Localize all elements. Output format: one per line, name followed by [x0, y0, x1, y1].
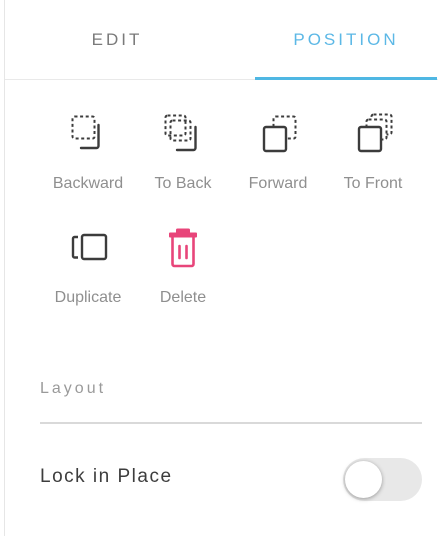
delete-label: Delete	[159, 289, 207, 306]
send-backward-icon	[68, 112, 108, 156]
to-back-label: To Back	[154, 175, 212, 192]
position-panel: EDIT POSITION Backward To Back Forward T…	[4, 0, 438, 536]
duplicate-label: Duplicate	[54, 289, 122, 306]
bring-to-front-icon	[353, 112, 393, 156]
duplicate-button[interactable]: Duplicate	[43, 226, 133, 326]
duplicate-icon	[68, 226, 108, 270]
to-back-button[interactable]: To Back	[138, 112, 228, 212]
toggle-knob	[345, 461, 382, 498]
lock-in-place-toggle[interactable]	[343, 458, 422, 501]
tab-bar: EDIT POSITION	[5, 0, 438, 80]
delete-button[interactable]: Delete	[138, 226, 228, 326]
forward-label: Forward	[248, 175, 308, 192]
to-front-button[interactable]: To Front	[328, 112, 418, 212]
forward-button[interactable]: Forward	[233, 112, 323, 212]
backward-label: Backward	[52, 175, 124, 192]
active-tab-indicator	[255, 77, 437, 80]
send-to-back-icon	[163, 112, 203, 156]
layout-section-title: Layout	[40, 380, 107, 397]
bring-forward-icon	[258, 112, 298, 156]
tab-position[interactable]: POSITION	[255, 0, 437, 80]
tab-edit[interactable]: EDIT	[5, 0, 229, 80]
trash-icon	[163, 226, 203, 270]
to-front-label: To Front	[343, 175, 403, 192]
backward-button[interactable]: Backward	[43, 112, 133, 212]
layout-divider	[40, 422, 422, 424]
lock-in-place-label: Lock in Place	[40, 466, 173, 487]
